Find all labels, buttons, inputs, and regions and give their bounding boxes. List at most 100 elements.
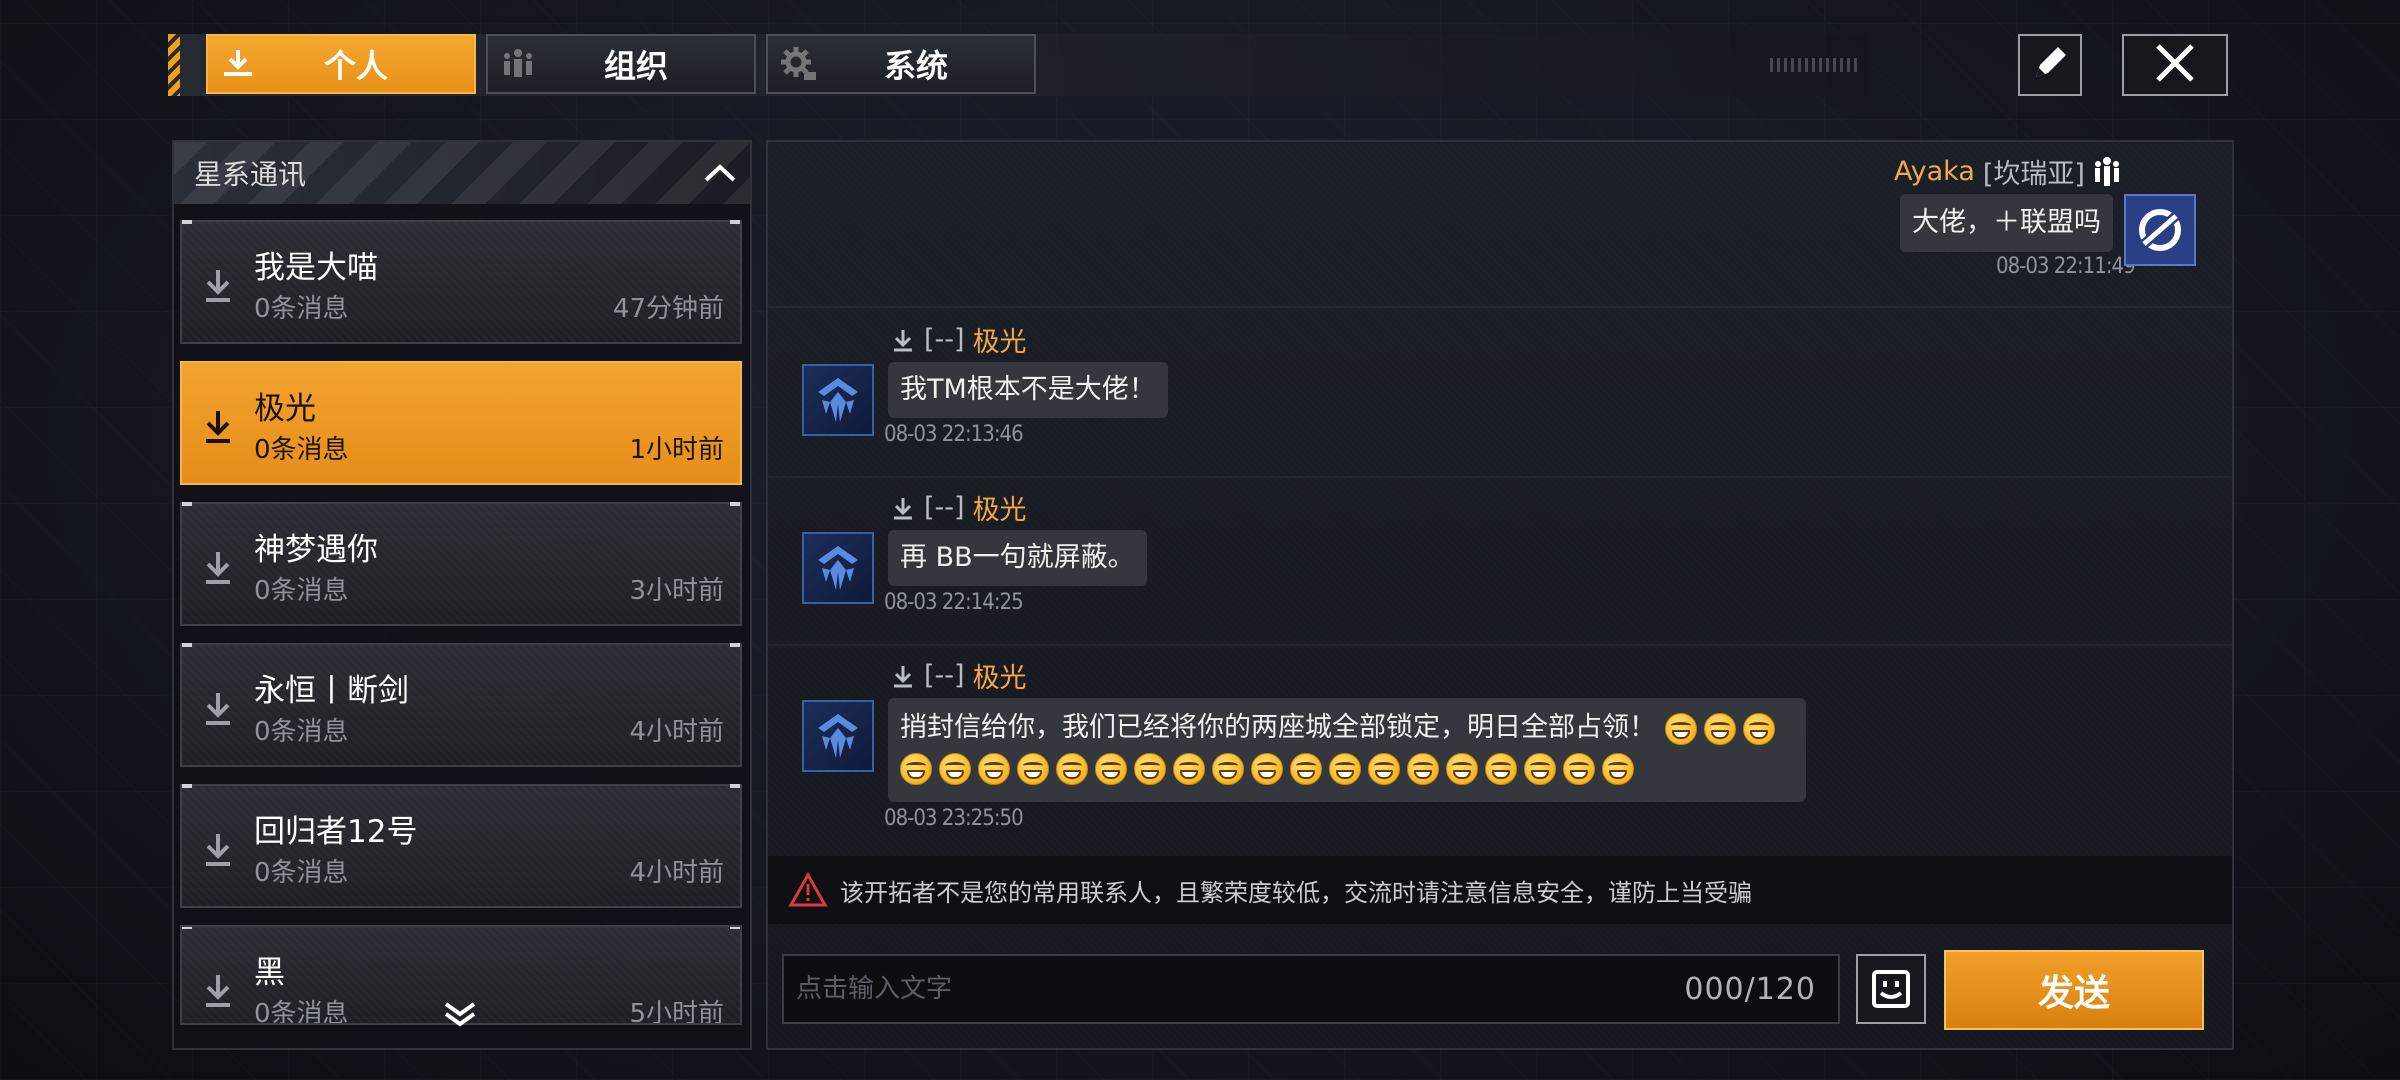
grinning-face-emoji — [1251, 752, 1283, 785]
sender-name: 极光 — [972, 327, 1027, 358]
grinning-face-emoji — [1056, 752, 1088, 785]
send-button[interactable]: 发送 — [1944, 950, 2204, 1030]
grinning-face-emoji — [1290, 752, 1322, 785]
tab-label: 系统 — [883, 47, 948, 85]
sender-line: [--] 极光 — [890, 320, 1027, 359]
download-arrow-icon — [206, 834, 230, 866]
security-warning: 该开拓者不是您的常用联系人，且繁荣度较低，交流时请注意信息安全，谨防上当受骗 — [768, 856, 2232, 924]
pencil-icon — [2028, 41, 2072, 89]
contact-item-selected[interactable]: 极光 0条消息 1小时前 — [180, 361, 742, 485]
contact-name: 神梦遇你 — [254, 532, 378, 568]
tab-bar-accent — [168, 34, 180, 96]
edit-button[interactable] — [2018, 34, 2082, 96]
self-avatar[interactable] — [2124, 194, 2196, 266]
message-bubble: 我TM根本不是大佬！ — [888, 362, 1168, 418]
message-divider — [768, 306, 2232, 308]
download-arrow-icon — [206, 975, 230, 1007]
contact-list-header: 星系通讯 — [174, 142, 750, 204]
contact-name: 极光 — [254, 391, 316, 427]
self-sender-tag: [坎瑞亚] — [1982, 159, 2085, 190]
grinning-face-emoji — [1017, 752, 1049, 785]
sender-line: [--] 极光 — [890, 656, 1027, 695]
contact-avatar[interactable] — [802, 364, 874, 436]
download-arrow-icon — [206, 693, 230, 725]
download-arrow-icon — [206, 411, 230, 443]
contact-message-count: 0条消息 — [254, 717, 349, 747]
sender-prefix: [--] — [924, 492, 965, 523]
self-message-bubble: 大佬，＋联盟吗 — [1900, 194, 2113, 252]
sender-prefix: [--] — [924, 660, 965, 691]
person-download-icon — [208, 36, 268, 92]
contact-name: 永恒丨断剑 — [254, 673, 409, 709]
warning-triangle-icon — [788, 872, 828, 908]
grinning-face-emoji — [1329, 752, 1361, 785]
grinning-face-emoji — [1173, 752, 1205, 785]
tab-label: 个人 — [323, 47, 388, 85]
download-arrow-icon — [894, 497, 912, 519]
sender-name: 极光 — [972, 663, 1027, 694]
sender-line: [--] 极光 — [890, 488, 1027, 527]
contact-time: 4小时前 — [629, 717, 724, 747]
self-sender-line: Ayaka [坎瑞亚] — [1894, 152, 2121, 191]
download-arrow-icon — [206, 552, 230, 584]
contact-item[interactable]: 我是大喵 0条消息 47分钟前 — [180, 220, 742, 344]
message-time: 08-03 23:25:50 — [884, 806, 1024, 831]
download-arrow-icon — [894, 665, 912, 687]
collapse-chevron-up-icon[interactable] — [690, 163, 750, 183]
message-input[interactable] — [784, 973, 1685, 1005]
message-bubble: 捎封信给你，我们已经将你的两座城全部锁定，明日全部占领！ — [888, 698, 1806, 802]
close-button[interactable] — [2122, 34, 2228, 96]
sender-prefix: [--] — [924, 324, 965, 355]
grinning-face-emoji — [1524, 752, 1556, 785]
tab-personal[interactable]: 个人 — [206, 34, 476, 94]
grinning-face-emoji — [1703, 712, 1736, 745]
scroll-down-chevron-icon[interactable] — [440, 998, 480, 1028]
contact-name: 黑 — [254, 955, 285, 991]
message-divider — [768, 476, 2232, 478]
contact-message-count: 0条消息 — [254, 999, 349, 1025]
tab-label: 组织 — [603, 47, 668, 85]
contact-time: 4小时前 — [629, 858, 724, 888]
grinning-face-emoji — [978, 752, 1010, 785]
contact-avatar[interactable] — [802, 532, 874, 604]
tab-system[interactable]: 系统 — [766, 34, 1036, 94]
contact-avatar[interactable] — [802, 700, 874, 772]
self-message-time: 08-03 22:11:49 — [1996, 254, 2136, 279]
warning-text: 该开拓者不是您的常用联系人，且繁荣度较低，交流时请注意信息安全，谨防上当受骗 — [840, 878, 1752, 907]
message-time: 08-03 22:13:46 — [884, 422, 1024, 447]
contact-message-count: 0条消息 — [254, 858, 349, 888]
group-icon — [2094, 156, 2119, 186]
contact-list-title: 星系通讯 — [194, 158, 307, 191]
grinning-face-emoji — [1563, 752, 1595, 785]
grinning-face-emoji — [1407, 752, 1439, 785]
grinning-face-emoji — [1664, 712, 1697, 745]
decorative-tickmarks — [1770, 58, 1860, 72]
grinning-face-emoji — [1446, 752, 1478, 785]
contact-time: 47分钟前 — [612, 294, 724, 324]
contact-message-count: 0条消息 — [254, 576, 349, 606]
download-arrow-icon — [206, 270, 230, 302]
self-sender-name: Ayaka — [1894, 156, 1975, 187]
contact-item[interactable]: 永恒丨断剑 0条消息 4小时前 — [180, 643, 742, 767]
download-arrow-icon — [894, 329, 912, 351]
emoji-button[interactable] — [1856, 954, 1926, 1024]
grinning-face-emoji — [1368, 752, 1400, 785]
message-divider — [768, 644, 2232, 646]
contact-message-count: 0条消息 — [254, 294, 349, 324]
message-text: 捎封信给你，我们已经将你的两座城全部锁定，明日全部占领！ — [900, 712, 1656, 743]
tab-organization[interactable]: 组织 — [486, 34, 756, 94]
grinning-face-emoji — [1742, 712, 1775, 745]
char-count: 000/120 — [1684, 971, 1816, 1007]
sender-name: 极光 — [972, 495, 1027, 526]
message-bubble: 再 BB一句就屏蔽。 — [888, 530, 1147, 586]
grinning-face-emoji — [1095, 752, 1127, 785]
smiley-icon — [1872, 970, 1910, 1008]
contact-time: 5小时前 — [629, 999, 724, 1025]
grinning-face-emoji — [1485, 752, 1517, 785]
message-time: 08-03 22:14:25 — [884, 590, 1024, 615]
grinning-face-emoji — [900, 752, 932, 785]
contact-item[interactable]: 神梦遇你 0条消息 3小时前 — [180, 502, 742, 626]
gear-icon — [768, 36, 828, 92]
message-input-field[interactable]: 000/120 — [782, 954, 1840, 1024]
contact-item[interactable]: 回归者12号 0条消息 4小时前 — [180, 784, 742, 908]
